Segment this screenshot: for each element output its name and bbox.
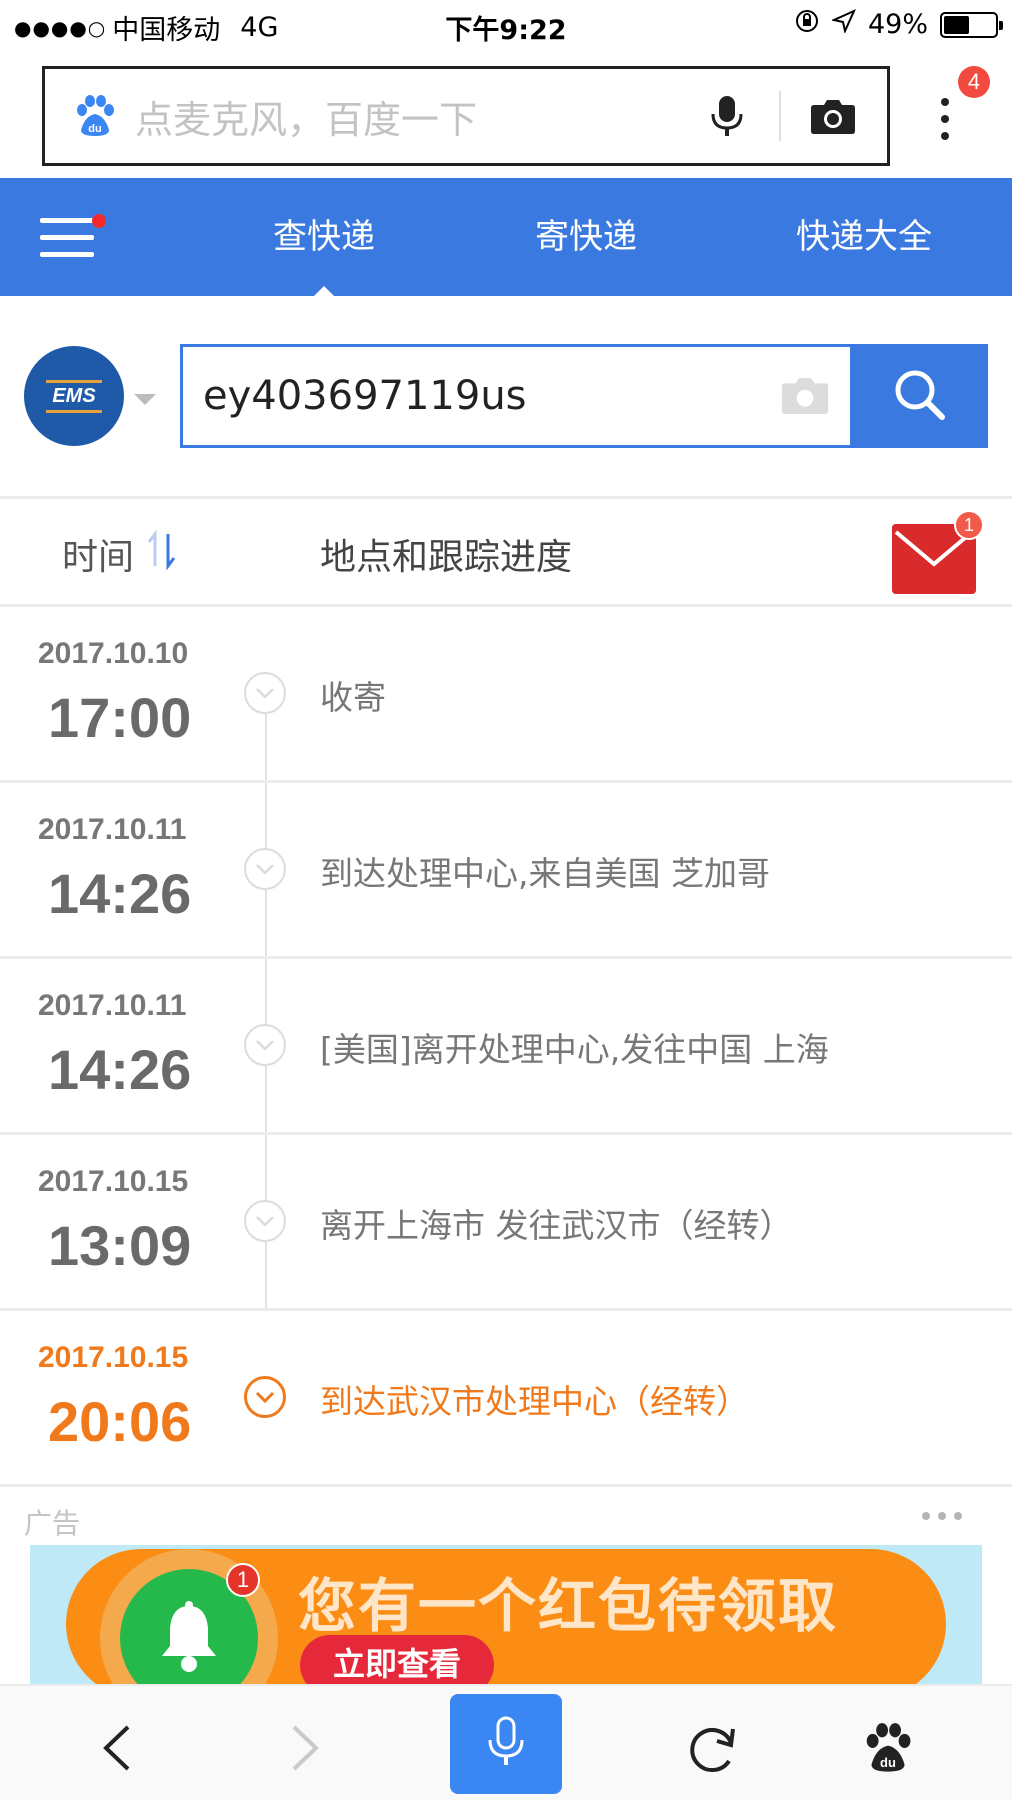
tracking-number-input[interactable] (203, 373, 743, 419)
notification-badge: 4 (958, 66, 990, 98)
status-bar: ●●●●○ 中国移动 4G 下午9:22 49% (0, 0, 1012, 52)
event-description: [美国]离开处理中心,发往中国 上海 (320, 1030, 829, 1069)
event-description: 到达武汉市处理中心（经转） (320, 1382, 749, 1421)
more-vertical-icon[interactable] (920, 84, 970, 154)
chevron-down-circle-icon (244, 1376, 286, 1418)
baidu-paw-icon: du (73, 94, 117, 138)
ad-view-now-button[interactable]: 立即查看 (300, 1635, 494, 1685)
forward-icon[interactable] (264, 1708, 344, 1788)
carrier-dropdown-caret-icon[interactable] (134, 394, 156, 405)
tab-send-express[interactable]: 寄快递 (494, 178, 678, 296)
tracking-event: 2017.10.10 17:00 收寄 (0, 607, 1012, 783)
divider (0, 1484, 1012, 1487)
tracking-event-current: 2017.10.15 20:06 到达武汉市处理中心（经转） (0, 1311, 1012, 1487)
location-arrow-icon (830, 9, 856, 40)
ad-label: 广告 (24, 1507, 81, 1540)
express-nav: 查快递 寄快递 快递大全 (0, 178, 1012, 297)
tracking-number-field[interactable] (180, 344, 850, 448)
carrier-logo-text: EMS (46, 379, 102, 413)
ad-title: 您有一个红包待领取 (298, 1572, 839, 1640)
tracking-event: 2017.10.15 13:09 离开上海市 发往武汉市（经转） (0, 1135, 1012, 1311)
event-time: 13:09 (48, 1214, 192, 1277)
tracking-event: 2017.10.11 14:26 到达处理中心,来自美国 芝加哥 (0, 783, 1012, 959)
event-description: 收寄 (320, 678, 386, 717)
scan-camera-icon[interactable] (780, 375, 830, 419)
sort-icon[interactable] (146, 529, 178, 578)
divider (0, 496, 1012, 499)
svg-text:du: du (88, 123, 101, 135)
chevron-down-circle-icon (244, 1200, 286, 1242)
tracking-event: 2017.10.11 14:26 [美国]离开处理中心,发往中国 上海 (0, 959, 1012, 1135)
chevron-down-circle-icon (244, 672, 286, 714)
orientation-lock-icon (794, 8, 820, 41)
ad-more-icon[interactable] (922, 1512, 962, 1520)
carrier-logo[interactable]: EMS (24, 346, 124, 446)
event-date: 2017.10.11 (38, 813, 187, 846)
baidu-search-box[interactable]: du 点麦克风，百度一下 (42, 66, 890, 166)
divider (779, 91, 781, 141)
location-progress-header: 地点和跟踪进度 (320, 537, 573, 578)
battery-icon (940, 11, 1003, 38)
event-date: 2017.10.11 (38, 989, 187, 1022)
event-date: 2017.10.15 (38, 1165, 189, 1198)
event-description: 到达处理中心,来自美国 芝加哥 (320, 854, 770, 893)
baidu-home-icon[interactable]: du (848, 1708, 928, 1788)
message-badge: 1 (954, 510, 984, 540)
bottom-toolbar: du (0, 1684, 1012, 1800)
event-time: 17:00 (48, 686, 192, 749)
chevron-down-circle-icon (244, 848, 286, 890)
event-date: 2017.10.15 (38, 1341, 189, 1374)
camera-icon[interactable] (803, 86, 863, 146)
status-right: 49% (794, 8, 1003, 41)
ad-banner[interactable]: 1 您有一个红包待领取 立即查看 (30, 1545, 982, 1685)
chevron-down-circle-icon (244, 1024, 286, 1066)
time-header-label: 时间 (62, 537, 135, 578)
event-description: 离开上海市 发往武汉市（经转） (320, 1206, 793, 1245)
svg-text:du: du (880, 1755, 896, 1770)
search-button[interactable] (850, 344, 988, 448)
event-time: 14:26 (48, 1038, 192, 1101)
microphone-icon[interactable] (697, 86, 757, 146)
tab-track-express[interactable]: 查快递 (232, 178, 416, 297)
event-date: 2017.10.10 (38, 637, 189, 670)
refresh-icon[interactable] (672, 1708, 752, 1788)
tab-express-directory[interactable]: 快递大全 (764, 178, 964, 296)
menu-icon[interactable] (40, 218, 94, 258)
event-time: 20:06 (48, 1390, 192, 1453)
time-sort-header[interactable]: 时间 (62, 528, 178, 580)
back-icon[interactable] (78, 1708, 158, 1788)
search-icon (891, 366, 947, 426)
ad-badge: 1 (226, 1563, 260, 1597)
event-time: 14:26 (48, 862, 192, 925)
microphone-icon (486, 1716, 526, 1772)
battery-fill (944, 15, 969, 34)
menu-red-dot (92, 214, 106, 228)
search-placeholder[interactable]: 点麦克风，百度一下 (135, 89, 697, 144)
battery-percent: 49% (867, 9, 928, 40)
voice-search-button[interactable] (450, 1694, 562, 1794)
